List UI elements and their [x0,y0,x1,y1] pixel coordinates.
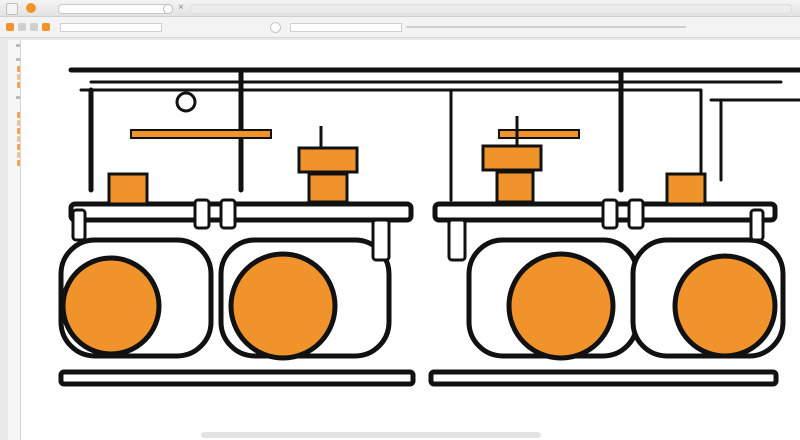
tool-icon[interactable] [30,23,38,31]
valve-knob [175,91,197,113]
search-icon[interactable] [163,4,173,14]
horizontal-scrollbar[interactable] [201,432,541,438]
actuator-left [297,126,359,204]
cylinder-2 [218,237,392,361]
toolbar-field[interactable] [60,23,162,32]
toolbar-field-right[interactable] [290,23,402,32]
address-bar[interactable] [58,4,170,14]
orange-circle-icon[interactable] [26,3,36,13]
tool-icon[interactable] [42,23,50,31]
bracket-right [498,129,580,139]
close-icon[interactable]: × [178,1,184,15]
base-right [428,369,779,387]
rail-left [68,201,414,223]
tool-icon[interactable] [18,23,26,31]
cylinder-4 [630,237,786,359]
block-left [107,172,149,206]
tool-icon[interactable] [6,23,14,31]
cylinder-3 [466,237,640,361]
block-right [665,172,707,206]
ruler [406,26,686,28]
drawing-canvas[interactable] [20,40,800,440]
actuator-right [481,116,543,204]
toolbar [0,17,800,38]
title-bar: × [0,0,800,17]
engine-illustration [58,67,800,387]
toolbar-dot[interactable] [270,22,281,33]
title-field [190,4,792,14]
bracket-left [130,129,272,139]
cylinder-1 [58,237,214,359]
base-left [58,369,416,387]
app-icon[interactable] [6,3,18,15]
